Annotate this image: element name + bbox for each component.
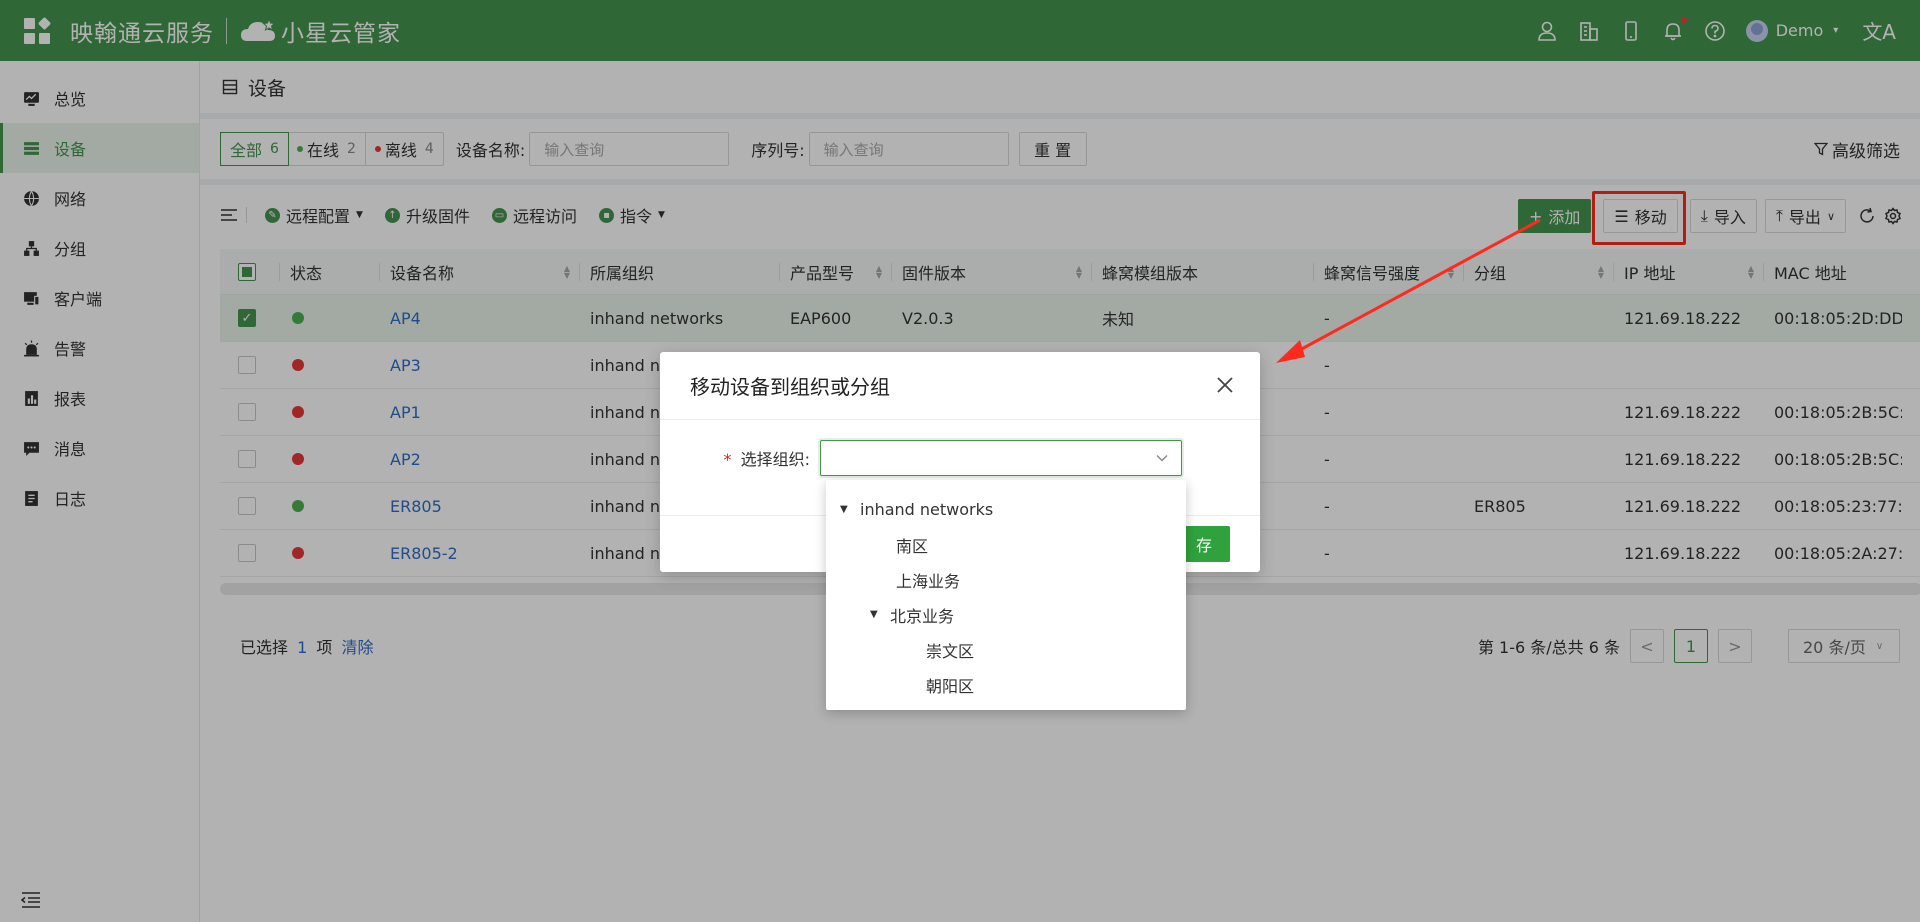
tree-node-label: 北京业务 [890, 606, 955, 626]
tree-node[interactable]: 上海业务 [826, 562, 1186, 597]
modal-title: 移动设备到组织或分组 [660, 352, 1260, 420]
org-form-row: * 选择组织: [660, 440, 1260, 476]
caret-down-icon[interactable]: ▼ [840, 504, 850, 515]
tree-node-label: 朝阳区 [926, 676, 975, 696]
tree-node-label: 南区 [896, 536, 929, 556]
tree-node[interactable]: 朝阳区 [826, 667, 1186, 702]
tree-node[interactable]: ▼ inhand networks [826, 492, 1186, 527]
org-tree-dropdown: ▼ inhand networks 南区 上海业务 ▼ 北京业务 崇文区 朝阳区 [826, 480, 1186, 710]
tree-node-label: inhand networks [860, 500, 994, 519]
tree-node[interactable]: 南区 [826, 527, 1186, 562]
tree-node-label: 上海业务 [896, 571, 961, 591]
chevron-down-icon [1156, 455, 1168, 462]
close-icon[interactable] [1214, 374, 1236, 396]
org-label-text: 选择组织: [740, 450, 810, 469]
caret-down-icon[interactable]: ▼ [870, 609, 880, 620]
required-mark: * [723, 450, 732, 469]
tree-node[interactable]: 崇文区 [826, 632, 1186, 667]
tree-node[interactable]: ▼ 北京业务 [826, 597, 1186, 632]
org-field-label: * 选择组织: [660, 446, 820, 470]
tree-node-label: 崇文区 [926, 641, 975, 661]
org-select[interactable] [820, 440, 1182, 476]
